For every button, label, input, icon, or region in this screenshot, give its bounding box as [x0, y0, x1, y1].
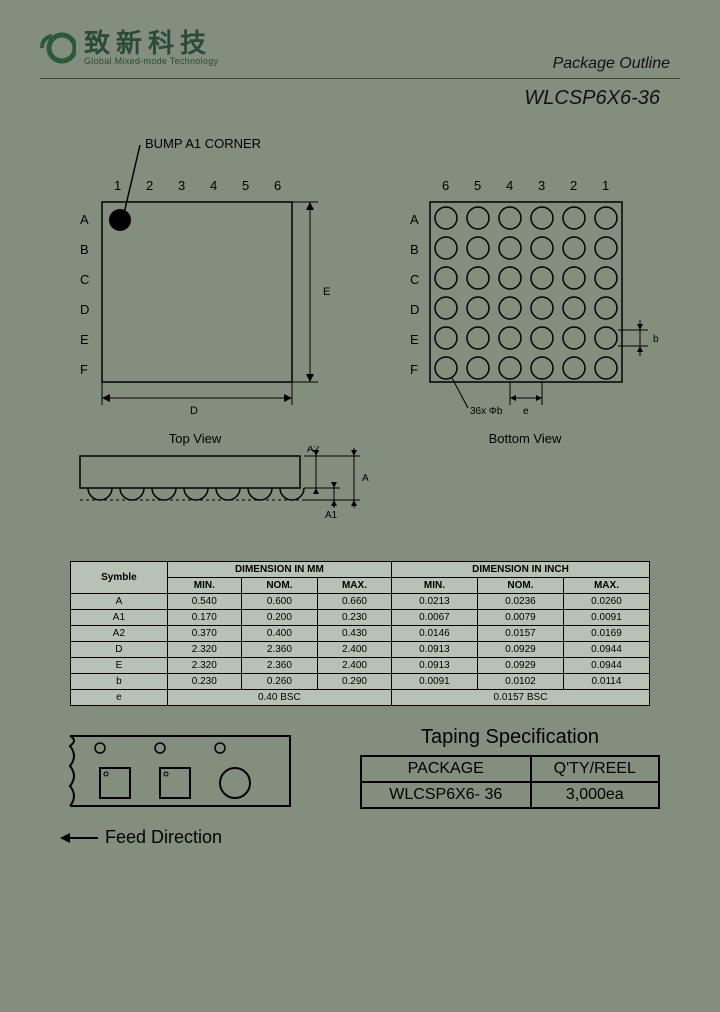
top-view-diagram: BUMP A1 CORNER 1 2 3 4 5 6 A B C D E — [50, 130, 340, 446]
svg-text:3: 3 — [178, 178, 185, 193]
svg-text:5: 5 — [242, 178, 249, 193]
table-row: b0.2300.2600.2900.00910.01020.0114 — [71, 674, 650, 690]
svg-text:B: B — [410, 242, 419, 257]
svg-text:D: D — [190, 405, 198, 417]
logo-icon — [40, 30, 76, 66]
page-title: Package Outline — [553, 55, 670, 73]
bump-callout: BUMP A1 CORNER — [145, 136, 261, 151]
taping-title: Taping Specification — [360, 726, 660, 749]
svg-text:E: E — [323, 286, 330, 298]
side-view-diagram: A A1 A2 — [0, 446, 720, 541]
table-row: D2.3202.3602.4000.09130.09290.0944 — [71, 642, 650, 658]
svg-text:F: F — [410, 362, 418, 377]
svg-text:A: A — [410, 212, 419, 227]
part-number: WLCSP6X6-36 — [0, 87, 720, 110]
svg-text:1: 1 — [114, 178, 121, 193]
company-name-en: Global Mixed-mode Technology — [84, 56, 218, 66]
dimensions-table: Symble DIMENSION IN MM DIMENSION IN INCH… — [0, 541, 720, 706]
svg-text:2: 2 — [570, 178, 577, 193]
table-row: A0.5400.6000.6600.02130.02360.0260 — [71, 594, 650, 610]
svg-text:A1: A1 — [325, 510, 338, 521]
top-view-label: Top View — [50, 431, 340, 446]
svg-text:C: C — [80, 272, 89, 287]
svg-text:A: A — [80, 212, 89, 227]
table-row: A10.1700.2000.2300.00670.00790.0091 — [71, 610, 650, 626]
bottom-view-label: Bottom View — [380, 431, 670, 446]
svg-text:C: C — [410, 272, 419, 287]
svg-text:D: D — [80, 302, 89, 317]
svg-text:3: 3 — [538, 178, 545, 193]
svg-text:b: b — [653, 334, 659, 345]
svg-text:A: A — [362, 473, 369, 484]
svg-text:1: 1 — [602, 178, 609, 193]
svg-text:6: 6 — [442, 178, 449, 193]
svg-text:B: B — [80, 242, 89, 257]
taping-spec: Taping Specification PACKAGEQ'TY/REEL WL… — [360, 726, 660, 809]
company-logo: 致新科技 Global Mixed-mode Technology — [40, 30, 218, 66]
bottom-view-diagram: 6 5 4 3 2 1 A B C D E F — [380, 130, 670, 446]
svg-text:E: E — [410, 332, 419, 347]
company-name-cn: 致新科技 — [84, 30, 218, 56]
svg-text:6: 6 — [274, 178, 281, 193]
svg-text:e: e — [523, 406, 529, 417]
svg-text:E: E — [80, 332, 89, 347]
feed-direction: Feed Direction — [60, 827, 310, 848]
table-row: e0.40 BSC0.0157 BSC — [71, 690, 650, 706]
svg-text:D: D — [410, 302, 419, 317]
svg-text:5: 5 — [474, 178, 481, 193]
tape-diagram: Feed Direction — [60, 726, 310, 848]
table-row: E2.3202.3602.4000.09130.09290.0944 — [71, 658, 650, 674]
svg-text:A2: A2 — [307, 446, 320, 455]
svg-text:4: 4 — [210, 178, 217, 193]
svg-text:F: F — [80, 362, 88, 377]
table-row: A20.3700.4000.4300.01460.01570.0169 — [71, 626, 650, 642]
svg-text:36x Φb: 36x Φb — [470, 406, 503, 417]
svg-text:4: 4 — [506, 178, 513, 193]
svg-text:2: 2 — [146, 178, 153, 193]
header-divider — [40, 78, 680, 79]
